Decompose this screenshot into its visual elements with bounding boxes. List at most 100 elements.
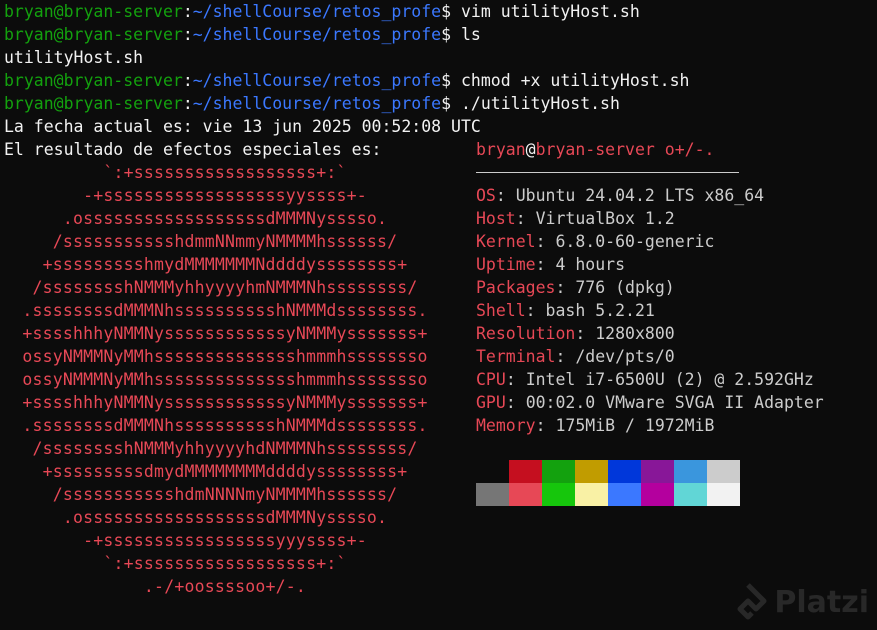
sysinfo-row-shell: Shell: bash 5.2.21 (476, 299, 824, 322)
prompt-colon: : (182, 71, 193, 90)
palette-swatch-12 (608, 483, 641, 506)
sysinfo-key: OS (476, 186, 496, 205)
sysinfo-row-packages: Packages: 776 (dpkg) (476, 276, 824, 299)
sysinfo-colon: : (535, 255, 546, 274)
sysinfo-row-os: OS: Ubuntu 24.04.2 LTS x86_64 (476, 184, 824, 207)
color-palette (476, 460, 740, 506)
ls-output: utilityHost.sh (4, 48, 144, 67)
sysinfo-value: 175MiB / 1972MiB (555, 416, 715, 435)
palette-swatch-4 (608, 460, 641, 483)
palette-swatch-8 (476, 483, 509, 506)
sysinfo-colon: : (575, 324, 586, 343)
sysinfo-value: Ubuntu 24.04.2 LTS x86_64 (515, 186, 765, 205)
sysinfo-colon: : (495, 186, 506, 205)
palette-swatch-5 (641, 460, 674, 483)
prompt-user: bryan@bryan-server (4, 94, 183, 113)
ascii-logo-row: +sssshhhyNMMNyssssssssssssyNMMMysssssss+ (22, 324, 428, 343)
sysinfo-key: Resolution (476, 324, 576, 343)
ascii-logo-row: +sssssssssdmydMMMMMMMMddddyssssssss+ (42, 462, 408, 481)
sysinfo-value: Intel i7-6500U (2) @ 2.592GHz (525, 370, 814, 389)
effects-output: El resultado de efectos especiales es: (4, 140, 382, 159)
ascii-logo-row: /ssssssssssshdmNNNNmyNMMMMhssssss/ (52, 485, 398, 504)
ascii-logo-row: +ssssssssshmydMMMMMMMNddddyssssssss+ (42, 255, 408, 274)
sysinfo-key: Kernel (476, 232, 536, 251)
date-output: La fecha actual es: vie 13 jun 2025 00:5… (4, 117, 481, 136)
palette-swatch-6 (674, 460, 707, 483)
sysinfo-colon: : (525, 301, 536, 320)
sysinfo-header-host: bryan-server (535, 140, 655, 159)
palette-swatch-14 (674, 483, 707, 506)
sysinfo-key: Host (476, 209, 516, 228)
palette-swatch-2 (542, 460, 575, 483)
palette-swatch-9 (509, 483, 542, 506)
ascii-logo-row: /sssssssshNMMMyhhyyyyhmNMMMNhssssssss/ (32, 278, 418, 297)
command-text: ls (460, 25, 481, 44)
sysinfo-row-memory: Memory: 175MiB / 1972MiB (476, 414, 824, 437)
prompt-path: ~/shellCourse/retos_profe (192, 2, 442, 21)
sysinfo-value: 6.8.0-60-generic (555, 232, 715, 251)
command-line-1: bryan@bryan-server:~/shellCourse/retos_p… (4, 0, 640, 23)
prompt-colon: : (182, 25, 193, 44)
sysinfo-separator (476, 172, 739, 173)
ascii-logo-row: .ssssssssdMMMNhsssssssssshNMMMdssssssss. (22, 416, 428, 435)
command-text: vim utilityHost.sh (460, 2, 640, 21)
palette-swatch-13 (641, 483, 674, 506)
sysinfo-header: bryan@bryan-server o+/-. (476, 138, 824, 161)
ascii-logo-row: ossyNMMMNyMMhsssssssssssssshmmmhssssssso (22, 370, 428, 389)
sysinfo-row-gpu: GPU: 00:02.0 VMware SVGA II Adapter (476, 391, 824, 414)
command-line-4: bryan@bryan-server:~/shellCourse/retos_p… (4, 92, 620, 115)
sysinfo-row-cpu: CPU: Intel i7-6500U (2) @ 2.592GHz (476, 368, 824, 391)
ascii-logo-row: `:+ssssssssssssssssss+:` (103, 554, 347, 573)
sysinfo-colon: : (515, 209, 526, 228)
ascii-logo-row: .ossssssssssssssssssdMMMNysssso. (62, 209, 388, 228)
ascii-logo-row: .ssssssssdMMMNhsssssssssshNMMMdssssssss. (22, 301, 428, 320)
ascii-logo-row: `:+ssssssssssssssssss+:` (103, 163, 347, 182)
sysinfo-colon: : (555, 347, 566, 366)
ascii-logo-row: /sssssssshNMMMyhhyyyyhdNMMMNhssssssss/ (32, 439, 418, 458)
prompt-symbol: $ (441, 25, 452, 44)
prompt-symbol: $ (441, 2, 452, 21)
palette-swatch-15 (707, 483, 740, 506)
prompt-colon: : (182, 2, 193, 21)
prompt-colon: : (182, 94, 193, 113)
prompt-user: bryan@bryan-server (4, 71, 183, 90)
sysinfo-value: 1280x800 (595, 324, 675, 343)
sysinfo-key: Terminal (476, 347, 556, 366)
sysinfo-value: 4 hours (555, 255, 626, 274)
sysinfo-key: CPU (476, 370, 506, 389)
sysinfo-value: 776 (dpkg) (575, 278, 675, 297)
ascii-logo-row: .ossssssssssssssssssdMMMNysssso. (62, 508, 388, 527)
sysinfo-row-resolution: Resolution: 1280x800 (476, 322, 824, 345)
prompt-path: ~/shellCourse/retos_profe (192, 94, 442, 113)
ascii-logo: `:+ssssssssssssssssss+:` -+sssssssssssss… (0, 161, 450, 598)
ascii-logo-row: -+sssssssssssssssssyyyssss+- (83, 531, 367, 550)
ascii-logo-row: ossyNMMMNyMMhsssssssssssssshmmmhssssssso (22, 347, 428, 366)
command-line-2: bryan@bryan-server:~/shellCourse/retos_p… (4, 23, 481, 46)
prompt-user: bryan@bryan-server (4, 2, 183, 21)
sysinfo-colon: : (555, 278, 566, 297)
ascii-logo-row: .-/+oossssoo+/-. (143, 577, 307, 596)
palette-swatch-0 (476, 460, 509, 483)
prompt-user: bryan@bryan-server (4, 25, 183, 44)
sysinfo-colon: : (535, 232, 546, 251)
sysinfo-value: bash 5.2.21 (545, 301, 655, 320)
prompt-symbol: $ (441, 71, 452, 90)
sysinfo-key: Memory (476, 416, 536, 435)
sysinfo-key: GPU (476, 393, 506, 412)
sysinfo-colon: : (535, 416, 546, 435)
sysinfo-colon: : (505, 370, 516, 389)
prompt-path: ~/shellCourse/retos_profe (192, 71, 442, 90)
command-text: chmod +x utilityHost.sh (460, 71, 690, 90)
sysinfo-row-host: Host: VirtualBox 1.2 (476, 207, 824, 230)
palette-swatch-7 (707, 460, 740, 483)
platzi-logo-icon (737, 583, 767, 620)
sysinfo-header-suffix: o+/-. (654, 140, 715, 159)
sysinfo-key: Uptime (476, 255, 536, 274)
command-text: ./utilityHost.sh (460, 94, 620, 113)
sysinfo-colon: : (505, 393, 516, 412)
prompt-path: ~/shellCourse/retos_profe (192, 25, 442, 44)
sysinfo-value: VirtualBox 1.2 (535, 209, 675, 228)
sysinfo-key: Packages (476, 278, 556, 297)
ascii-logo-row: +sssshhhyNMMNyssssssssssssyNMMMysssssss+ (22, 393, 428, 412)
sysinfo-header-user: bryan (476, 140, 526, 159)
